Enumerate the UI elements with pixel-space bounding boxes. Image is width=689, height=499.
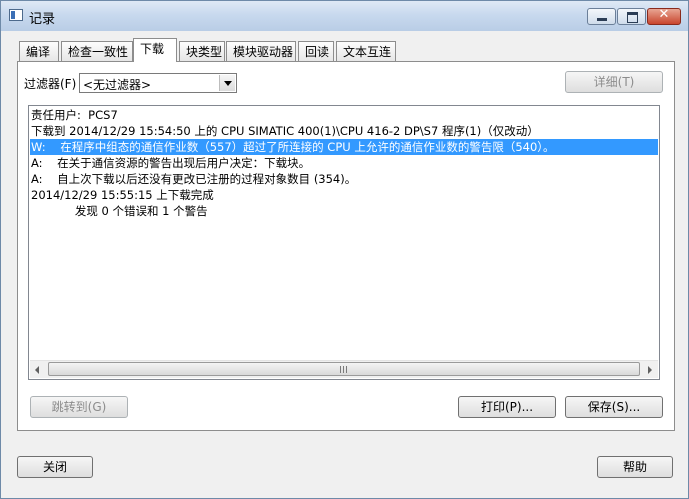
filter-label: 过滤器(F) <box>24 77 77 91</box>
window-app-icon <box>9 9 23 21</box>
log-line[interactable]: 责任用户: PCS7 <box>30 107 658 123</box>
tab-text-interconnection[interactable]: 文本互连 <box>336 41 396 61</box>
grip-icon <box>340 366 348 373</box>
filter-dropdown[interactable]: <无过滤器> <box>79 73 237 93</box>
tab-consistency-check[interactable]: 检查一致性 <box>61 41 133 61</box>
log-list[interactable]: 责任用户: PCS7 下载到 2014/12/29 15:54:50 上的 CP… <box>28 105 660 380</box>
scroll-right-icon[interactable] <box>641 361 658 378</box>
help-button[interactable]: 帮助 <box>597 456 673 478</box>
close-window-button[interactable]: ✕ <box>647 7 681 25</box>
horizontal-scrollbar[interactable] <box>30 360 658 378</box>
print-button[interactable]: 打印(P)... <box>458 396 556 418</box>
log-line[interactable]: 2014/12/29 15:55:15 上下载完成 <box>30 187 658 203</box>
title-bar[interactable]: 记录 ✕ <box>1 1 688 31</box>
scrollbar-thumb[interactable] <box>48 362 640 376</box>
save-button[interactable]: 保存(S)... <box>565 396 663 418</box>
goto-button[interactable]: 跳转到(G) <box>30 396 128 418</box>
tab-readback[interactable]: 回读 <box>298 41 334 61</box>
tab-compile[interactable]: 编译 <box>19 41 59 61</box>
chevron-down-icon[interactable] <box>219 75 235 91</box>
log-line[interactable]: A: 自上次下载以后还没有更改已注册的过程对象数目 (354)。 <box>30 171 658 187</box>
download-tab-panel: 过滤器(F) <无过滤器> 详细(T) 责任用户: PCS7 下载到 2014/… <box>17 61 675 431</box>
log-line-selected[interactable]: W: 在程序中组态的通信作业数（557）超过了所连接的 CPU 上允许的通信作业… <box>30 139 658 155</box>
close-button[interactable]: 关闭 <box>17 456 93 478</box>
filter-dropdown-value: <无过滤器> <box>83 78 152 92</box>
log-window: 记录 ✕ 编译 检查一致性 下载 块类型 模块驱动器 回读 文本互连 过滤器(F… <box>0 0 689 499</box>
log-line[interactable]: 下载到 2014/12/29 15:54:50 上的 CPU SIMATIC 4… <box>30 123 658 139</box>
scroll-left-icon[interactable] <box>30 361 47 378</box>
tab-module-driver[interactable]: 模块驱动器 <box>226 41 296 61</box>
close-icon: ✕ <box>658 7 670 22</box>
log-lines: 责任用户: PCS7 下载到 2014/12/29 15:54:50 上的 CP… <box>30 107 658 219</box>
minimize-button[interactable] <box>587 8 616 25</box>
log-line[interactable]: 发现 0 个错误和 1 个警告 <box>30 203 658 219</box>
maximize-button[interactable] <box>617 8 646 25</box>
tab-block-type[interactable]: 块类型 <box>179 41 225 61</box>
window-title: 记录 <box>29 12 56 27</box>
tab-download[interactable]: 下载 <box>133 38 177 62</box>
details-button[interactable]: 详细(T) <box>565 71 663 93</box>
maximize-icon <box>627 12 638 23</box>
log-line[interactable]: A: 在关于通信资源的警告出现后用户决定：下载块。 <box>30 155 658 171</box>
minimize-icon <box>597 18 607 21</box>
